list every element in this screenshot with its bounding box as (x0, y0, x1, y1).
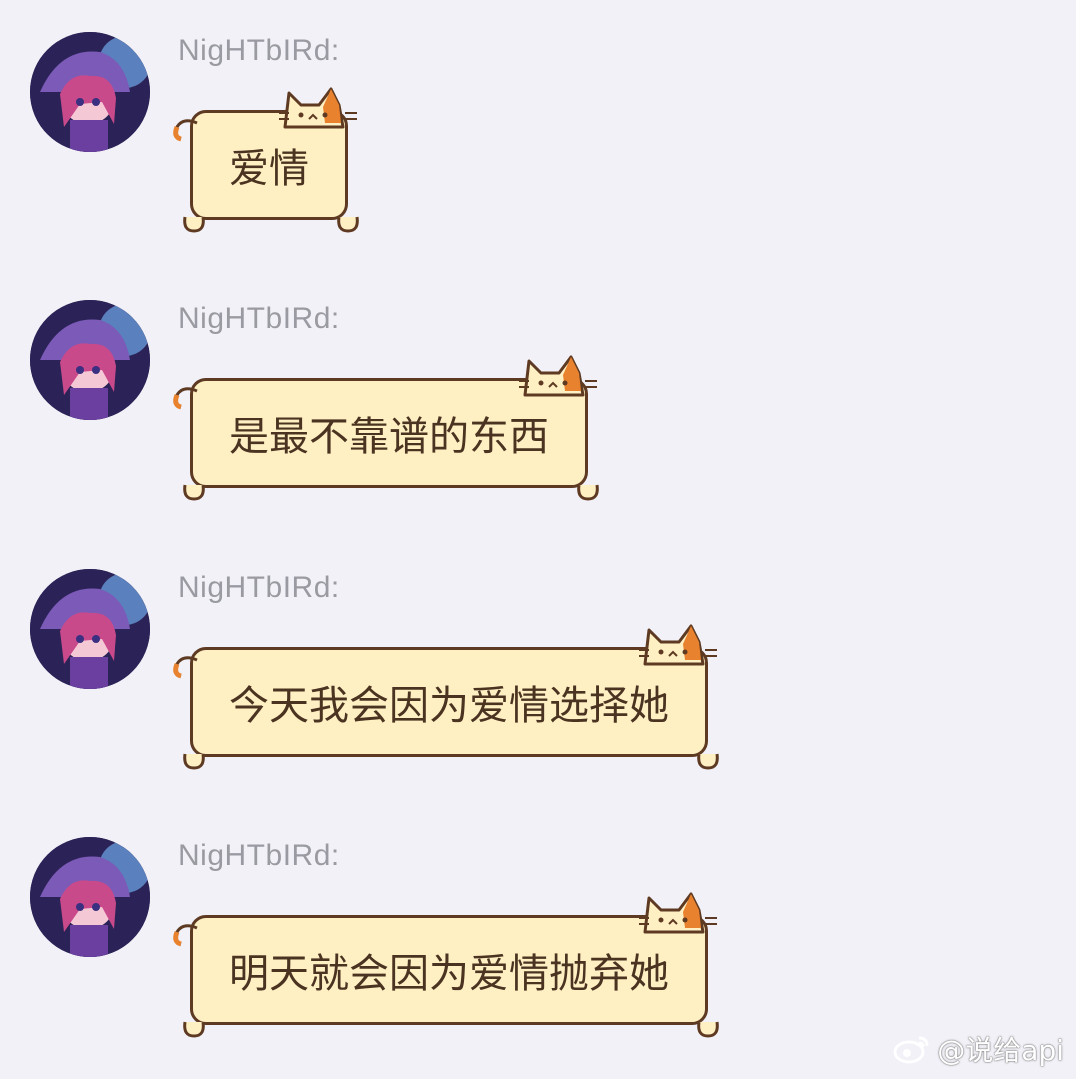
avatar-image (30, 300, 150, 420)
sender-name: NigHTbIRd: (178, 571, 340, 604)
avatar[interactable] (30, 837, 150, 957)
message-bubble[interactable]: 爱情 (173, 87, 359, 233)
cat-paw-icon (183, 484, 205, 501)
message-text: 明天就会因为爱情抛弃她 (229, 951, 669, 997)
sender-name: NigHTbIRd: (178, 839, 340, 872)
cat-paw-icon (183, 1021, 205, 1038)
avatar[interactable] (30, 300, 150, 420)
cat-tail-icon (173, 656, 198, 679)
chat-message: NigHTbIRd: 今天我会因为爱情选择她 (0, 537, 1076, 805)
avatar-image (30, 837, 150, 957)
message-bubble[interactable]: 是最不靠谱的东西 (173, 355, 599, 501)
message-text: 是最不靠谱的东西 (229, 414, 549, 460)
cat-paw-icon (697, 753, 719, 770)
avatar[interactable] (30, 32, 150, 152)
cat-paw-icon (577, 484, 599, 501)
message-bubble[interactable]: 明天就会因为爱情抛弃她 (173, 892, 719, 1038)
cat-face-icon (639, 624, 717, 666)
sender-name: NigHTbIRd: (178, 34, 340, 67)
message-bubble[interactable]: 今天我会因为爱情选择她 (173, 624, 719, 770)
chat-message: NigHTbIRd: 是最不靠谱的东西 (0, 268, 1076, 536)
cat-paw-icon (337, 216, 359, 233)
watermark: @说给api (893, 1029, 1064, 1069)
watermark-text: @说给api (937, 1034, 1064, 1067)
weibo-icon (893, 1036, 929, 1064)
cat-face-icon (519, 355, 597, 397)
avatar-image (30, 32, 150, 152)
cat-tail-icon (173, 387, 198, 410)
chat-message: NigHTbIRd: 爱情 (0, 0, 1076, 268)
cat-paw-icon (183, 753, 205, 770)
cat-face-icon (639, 892, 717, 934)
cat-paw-icon (183, 216, 205, 233)
cat-tail-icon (173, 119, 198, 142)
avatar[interactable] (30, 569, 150, 689)
message-text: 今天我会因为爱情选择她 (229, 683, 669, 729)
cat-paw-icon (697, 1021, 719, 1038)
sender-name: NigHTbIRd: (178, 302, 340, 335)
avatar-image (30, 569, 150, 689)
message-text: 爱情 (229, 146, 309, 192)
cat-face-icon (279, 87, 357, 129)
cat-tail-icon (173, 924, 198, 947)
